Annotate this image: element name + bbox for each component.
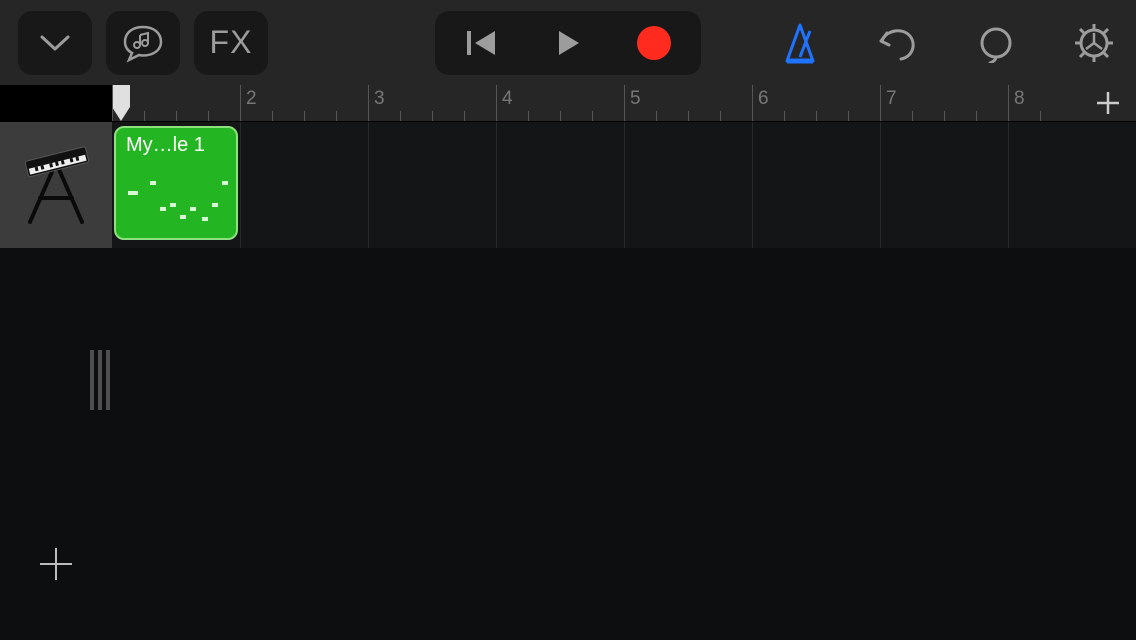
play-button[interactable] [525,11,611,75]
midi-region[interactable]: My…le 1 [114,126,238,240]
bar-number: 6 [758,88,769,110]
cycle-button[interactable] [972,19,1020,67]
bar-number: 2 [246,88,257,110]
play-icon [553,28,583,58]
bar-marker[interactable] [112,85,240,121]
transport-controls [435,11,701,75]
region-title: My…le 1 [126,134,226,157]
add-section-button[interactable] [1080,85,1136,121]
bar-marker[interactable]: 2 [240,85,368,121]
region-note-preview [126,163,226,234]
loop-region-handle[interactable] [90,350,110,410]
keyboard-instrument-icon [16,140,96,230]
top-toolbar: FX [0,0,1136,85]
metronome-icon [779,21,821,65]
bar-marker[interactable]: 5 [624,85,752,121]
loop-note-bubble-icon [121,23,165,63]
bar-number: 8 [1014,88,1025,110]
bar-number: 4 [502,88,513,110]
undo-button[interactable] [874,19,922,67]
add-track-button[interactable] [32,540,80,588]
loop-cycle-icon [976,23,1016,63]
go-to-start-icon [465,28,499,58]
timeline-ruler[interactable]: 2 3 4 5 6 7 8 [112,85,1136,122]
fx-label-text: FX [210,24,253,61]
bar-number: 7 [886,88,897,110]
record-button[interactable] [611,11,697,75]
chevron-down-icon [38,31,72,55]
track-header[interactable] [0,122,112,248]
track-lane[interactable]: My…le 1 [112,122,1136,248]
plus-icon [36,544,76,584]
plus-icon [1094,89,1122,117]
settings-button[interactable] [1070,19,1118,67]
rewind-button[interactable] [439,11,525,75]
undo-icon [877,23,919,63]
bar-marker[interactable]: 8 [1008,85,1080,121]
bar-marker[interactable]: 4 [496,85,624,121]
gear-icon [1073,22,1115,64]
loop-browser-button[interactable] [106,11,180,75]
view-switcher-button[interactable] [18,11,92,75]
toolbar-left-group: FX [18,11,268,75]
fx-button[interactable]: FX [194,11,268,75]
toolbar-right-group [776,19,1118,67]
bar-marker[interactable]: 3 [368,85,496,121]
record-icon [637,26,671,60]
bar-number: 5 [630,88,641,110]
bar-marker[interactable]: 7 [880,85,1008,121]
tracks-empty-area[interactable] [0,248,1136,640]
bar-number: 3 [374,88,385,110]
track-row: My…le 1 [0,122,1136,248]
metronome-button[interactable] [776,19,824,67]
bar-marker[interactable]: 6 [752,85,880,121]
